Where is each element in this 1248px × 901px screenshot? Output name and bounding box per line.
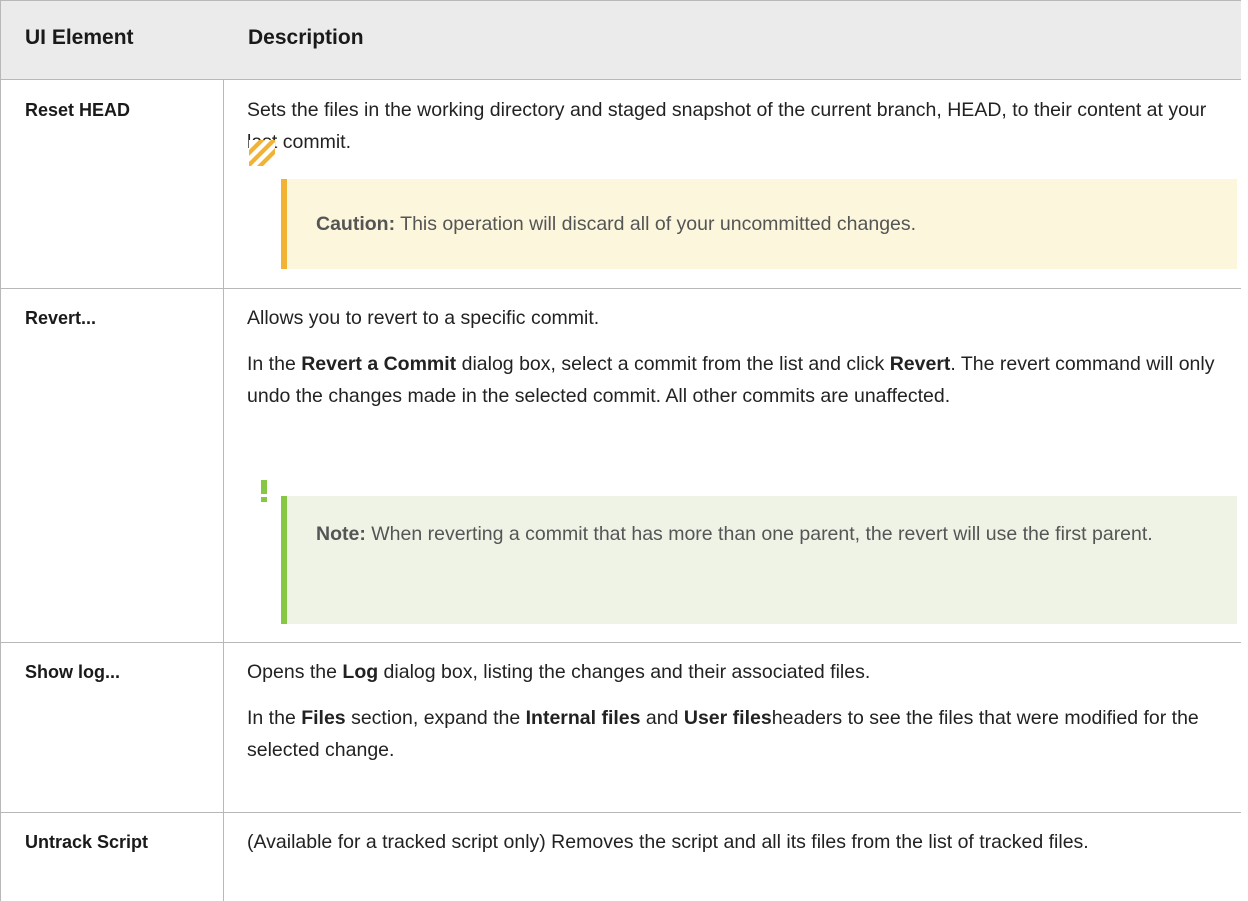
exclamation-icon xyxy=(260,480,268,502)
paragraph: Opens the Log dialog box, listing the ch… xyxy=(247,661,871,683)
paragraph: (Available for a tracked script only) Re… xyxy=(247,831,1089,853)
row-desc-untrack-script: (Available for a tracked script only) Re… xyxy=(247,826,1237,858)
header-description: Description xyxy=(248,26,364,49)
note-callout: Note: When reverting a commit that has m… xyxy=(281,496,1237,624)
caution-stripes-icon xyxy=(249,140,275,166)
bold-term: Internal files xyxy=(525,707,641,729)
row-desc-revert: Allows you to revert to a specific commi… xyxy=(247,302,1237,412)
row-divider xyxy=(1,812,1241,813)
table-header: UI Element Description xyxy=(1,0,1241,80)
header-ui-element: UI Element xyxy=(25,26,134,49)
note-label: Note: xyxy=(316,523,366,545)
column-divider xyxy=(223,0,224,901)
caution-text: This operation will discard all of your … xyxy=(400,213,917,235)
bold-term: Log xyxy=(342,661,379,683)
row-divider xyxy=(1,642,1241,643)
row-name-revert: Revert... xyxy=(25,308,97,328)
bold-term: Files xyxy=(301,707,346,729)
row-name-untrack-script: Untrack Script xyxy=(25,832,149,852)
bold-term: Revert xyxy=(889,353,951,375)
paragraph: Sets the files in the working directory … xyxy=(247,99,1207,153)
paragraph: In the Revert a Commit dialog box, selec… xyxy=(247,353,1215,407)
paragraph: In the Files section, expand the Interna… xyxy=(247,707,1199,761)
row-desc-show-log: Opens the Log dialog box, listing the ch… xyxy=(247,656,1237,766)
row-desc-reset-head: Sets the files in the working directory … xyxy=(247,94,1237,158)
row-name-reset-head: Reset HEAD xyxy=(25,100,131,120)
row-divider xyxy=(1,288,1241,289)
row-name-show-log: Show log... xyxy=(25,662,120,682)
caution-label: Caution: xyxy=(316,213,396,235)
ui-element-table: UI Element Description Reset HEAD Sets t… xyxy=(0,0,1241,901)
note-text: When reverting a commit that has more th… xyxy=(371,523,1153,545)
paragraph: Allows you to revert to a specific commi… xyxy=(247,307,600,329)
caution-callout: Caution: This operation will discard all… xyxy=(281,179,1237,269)
bold-term: Revert a Commit xyxy=(301,353,457,375)
bold-term: User files xyxy=(683,707,772,729)
